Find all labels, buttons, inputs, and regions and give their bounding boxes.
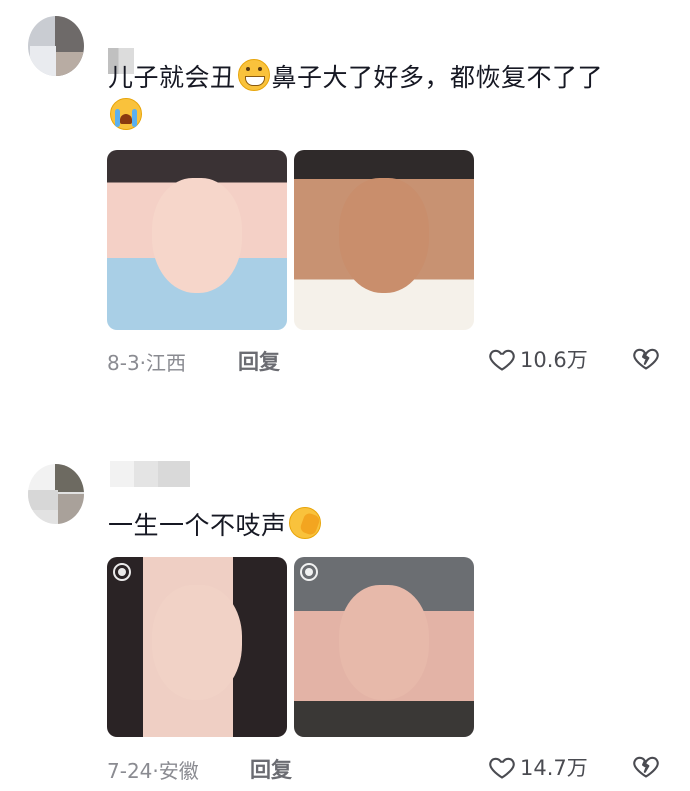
commenter-avatar[interactable] xyxy=(28,16,84,76)
reply-button[interactable]: 回复 xyxy=(238,346,280,376)
comment-text: 儿子就会丑 鼻子大了好多，都恢复不了了 xyxy=(108,58,603,94)
avatar-mosaic xyxy=(58,494,84,524)
comment-date: 7-24 xyxy=(107,759,153,783)
comment-text-part: 鼻子大了好多，都恢复不了了 xyxy=(271,63,604,92)
like-button[interactable]: 14.7万 xyxy=(488,752,588,782)
comment-location: 安徽 xyxy=(158,759,199,783)
avatar-mosaic xyxy=(28,490,58,510)
dislike-button[interactable] xyxy=(632,752,660,784)
comment-photo[interactable] xyxy=(107,150,287,330)
comment-location: 江西 xyxy=(146,351,187,375)
comment-meta: 8-3·江西 xyxy=(107,351,187,375)
like-count: 14.7万 xyxy=(520,756,588,780)
live-photo-icon xyxy=(300,563,318,581)
censored-username xyxy=(110,461,190,487)
avatar-mosaic xyxy=(55,464,84,492)
comment-meta: 7-24·安徽 xyxy=(107,759,199,783)
comment-photo[interactable] xyxy=(294,150,474,330)
broken-heart-icon xyxy=(633,756,659,778)
comment-text-part: 一生一个不吱声 xyxy=(108,511,287,540)
heart-outline-icon xyxy=(489,349,515,371)
reply-button[interactable]: 回复 xyxy=(250,754,292,784)
comment-date: 8-3 xyxy=(107,351,140,375)
photo-face xyxy=(339,585,429,700)
crying-emoji-icon xyxy=(110,98,142,130)
comment-text: 一生一个不吱声 xyxy=(108,506,323,542)
dislike-button[interactable] xyxy=(632,344,660,376)
comment-emoji-line xyxy=(108,98,144,131)
like-button[interactable]: 10.6万 xyxy=(488,344,588,374)
broken-heart-icon xyxy=(633,348,659,370)
photo-face xyxy=(152,585,242,700)
grinning-sweat-emoji-icon xyxy=(237,59,270,91)
live-photo-icon xyxy=(113,563,131,581)
photo-face xyxy=(339,178,429,293)
comment-text-part: 儿子就会丑 xyxy=(108,63,236,92)
photo-face xyxy=(152,178,242,293)
heart-outline-icon xyxy=(489,757,515,779)
comment-photo[interactable] xyxy=(107,557,287,737)
commenter-avatar[interactable] xyxy=(28,464,84,524)
like-count: 10.6万 xyxy=(520,348,588,372)
face-palm-emoji-icon xyxy=(288,507,321,539)
comment-photo[interactable] xyxy=(294,557,474,737)
